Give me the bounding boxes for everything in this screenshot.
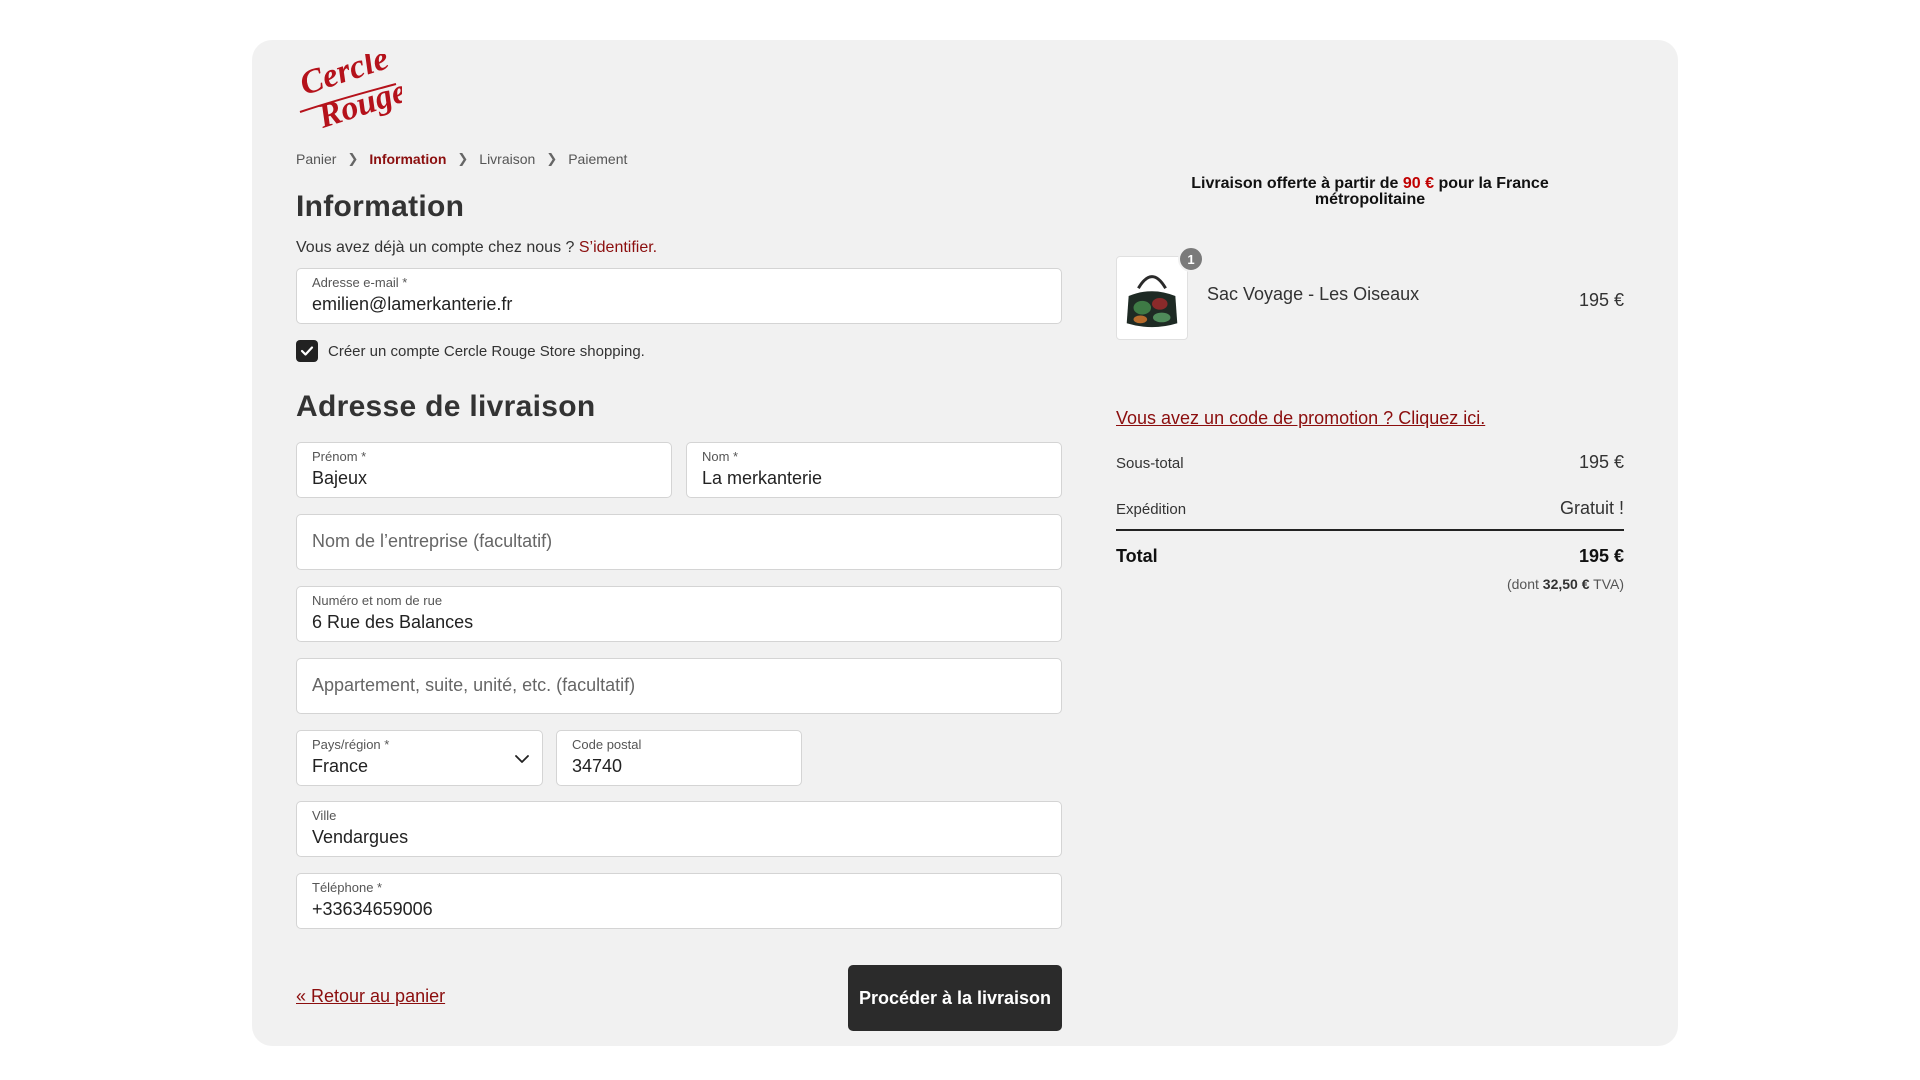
proceed-to-shipping-button[interactable]: Procéder à la livraison (848, 965, 1062, 1031)
email-field[interactable]: Adresse e-mail * emilien@lamerkanterie.f… (296, 268, 1062, 324)
total-divider (1116, 529, 1624, 531)
first-name-label: Prénom * (312, 449, 367, 464)
shipping-value: Gratuit ! (1559, 498, 1624, 518)
first-name-field[interactable]: Prénom * Bajeux (296, 442, 672, 498)
company-placeholder: Nom de l’entreprise (facultatif) (312, 531, 553, 551)
chevron-down-icon (515, 755, 529, 763)
chevron-right-icon: ❯ (347, 151, 359, 166)
free-shipping-suffix: pour la France (1434, 175, 1549, 192)
checkout-card: Cercle Rouge Panier ❯ Information ❯ Livr… (252, 40, 1678, 1046)
last-name-value: La merkanterie (702, 468, 823, 488)
apartment-field[interactable]: Appartement, suite, unité, etc. (faculta… (296, 658, 1062, 714)
phone-field[interactable]: Téléphone * +33634659006 (296, 873, 1062, 929)
login-prompt: Vous avez déjà un compte chez nous ? S’i… (296, 239, 657, 257)
free-shipping-amount: 90 € (1402, 175, 1435, 192)
last-name-label: Nom * (702, 449, 739, 464)
create-account-label: Créer un compte Cercle Rouge Store shopp… (328, 342, 645, 360)
company-field[interactable]: Nom de l’entreprise (facultatif) (296, 514, 1062, 570)
postal-code-value: 34740 (572, 756, 623, 776)
cercle-rouge-logo[interactable]: Cercle Rouge (296, 54, 402, 130)
shipping-row: Expédition Gratuit ! (1116, 498, 1624, 519)
street-field[interactable]: Numéro et nom de rue 6 Rue des Balances (296, 586, 1062, 642)
quantity-badge: 1 (1178, 246, 1204, 272)
country-label: Pays/région * (312, 737, 390, 752)
breadcrumb-payment: Paiement (568, 151, 628, 167)
total-value: 195 € (1578, 546, 1624, 566)
breadcrumb-shipping: Livraison (479, 151, 536, 167)
create-account-option[interactable]: Créer un compte Cercle Rouge Store shopp… (296, 340, 645, 362)
product-name: Sac Voyage - Les Oiseaux (1207, 284, 1420, 304)
subtotal-value: 195 € (1578, 452, 1624, 472)
shipping-address-heading: Adresse de livraison (296, 390, 596, 423)
phone-label: Téléphone * (312, 880, 383, 895)
country-value: France (312, 756, 369, 776)
street-value: 6 Rue des Balances (312, 612, 474, 632)
total-row: Total 195 € (1116, 546, 1624, 567)
street-label: Numéro et nom de rue (312, 593, 443, 608)
product-price: 195 € (1578, 290, 1624, 310)
free-shipping-line2: métropolitaine (1314, 191, 1426, 208)
vat-amount: 32,50 € (1542, 576, 1590, 592)
subtotal-label: Sous-total (1116, 455, 1184, 472)
postal-code-label: Code postal (572, 737, 642, 752)
breadcrumb-cart[interactable]: Panier (296, 151, 336, 167)
email-label: Adresse e-mail * (312, 275, 408, 290)
chevron-right-icon: ❯ (546, 151, 558, 166)
apartment-placeholder: Appartement, suite, unité, etc. (faculta… (312, 675, 636, 695)
total-label: Total (1116, 546, 1158, 566)
login-link[interactable]: S’identifier. (579, 239, 657, 256)
vat-prefix: (dont (1506, 576, 1543, 592)
back-to-cart-link[interactable]: « Retour au panier (296, 986, 445, 1007)
city-value: Vendargues (312, 827, 409, 847)
breadcrumb-information: Information (369, 151, 447, 167)
vat-suffix: TVA) (1589, 576, 1624, 592)
phone-value: +33634659006 (312, 899, 433, 919)
subtotal-row: Sous-total 195 € (1116, 452, 1624, 473)
create-account-checkbox[interactable] (296, 340, 318, 362)
country-select[interactable]: Pays/région * France (296, 730, 543, 786)
last-name-field[interactable]: Nom * La merkanterie (686, 442, 1062, 498)
promo-code-link[interactable]: Vous avez un code de promotion ? Cliquez… (1116, 408, 1485, 429)
breadcrumb: Panier ❯ Information ❯ Livraison ❯ Paiem… (296, 151, 627, 167)
login-prompt-text: Vous avez déjà un compte chez nous ? (296, 239, 579, 256)
city-field[interactable]: Ville Vendargues (296, 801, 1062, 857)
product-thumbnail (1116, 256, 1188, 340)
information-heading: Information (296, 190, 465, 223)
city-label: Ville (312, 808, 337, 823)
chevron-right-icon: ❯ (457, 151, 469, 166)
email-value: emilien@lamerkanterie.fr (312, 294, 513, 314)
shipping-label: Expédition (1116, 501, 1187, 518)
vat-note: (dont 32,50 € TVA) (1507, 576, 1624, 592)
free-shipping-banner: Livraison offerte à partir de 90 € pour … (1116, 176, 1624, 208)
first-name-value: Bajeux (312, 468, 368, 488)
postal-code-field[interactable]: Code postal 34740 (556, 730, 802, 786)
checkmark-icon (300, 346, 314, 356)
free-shipping-prefix: Livraison offerte à partir de (1191, 175, 1403, 192)
